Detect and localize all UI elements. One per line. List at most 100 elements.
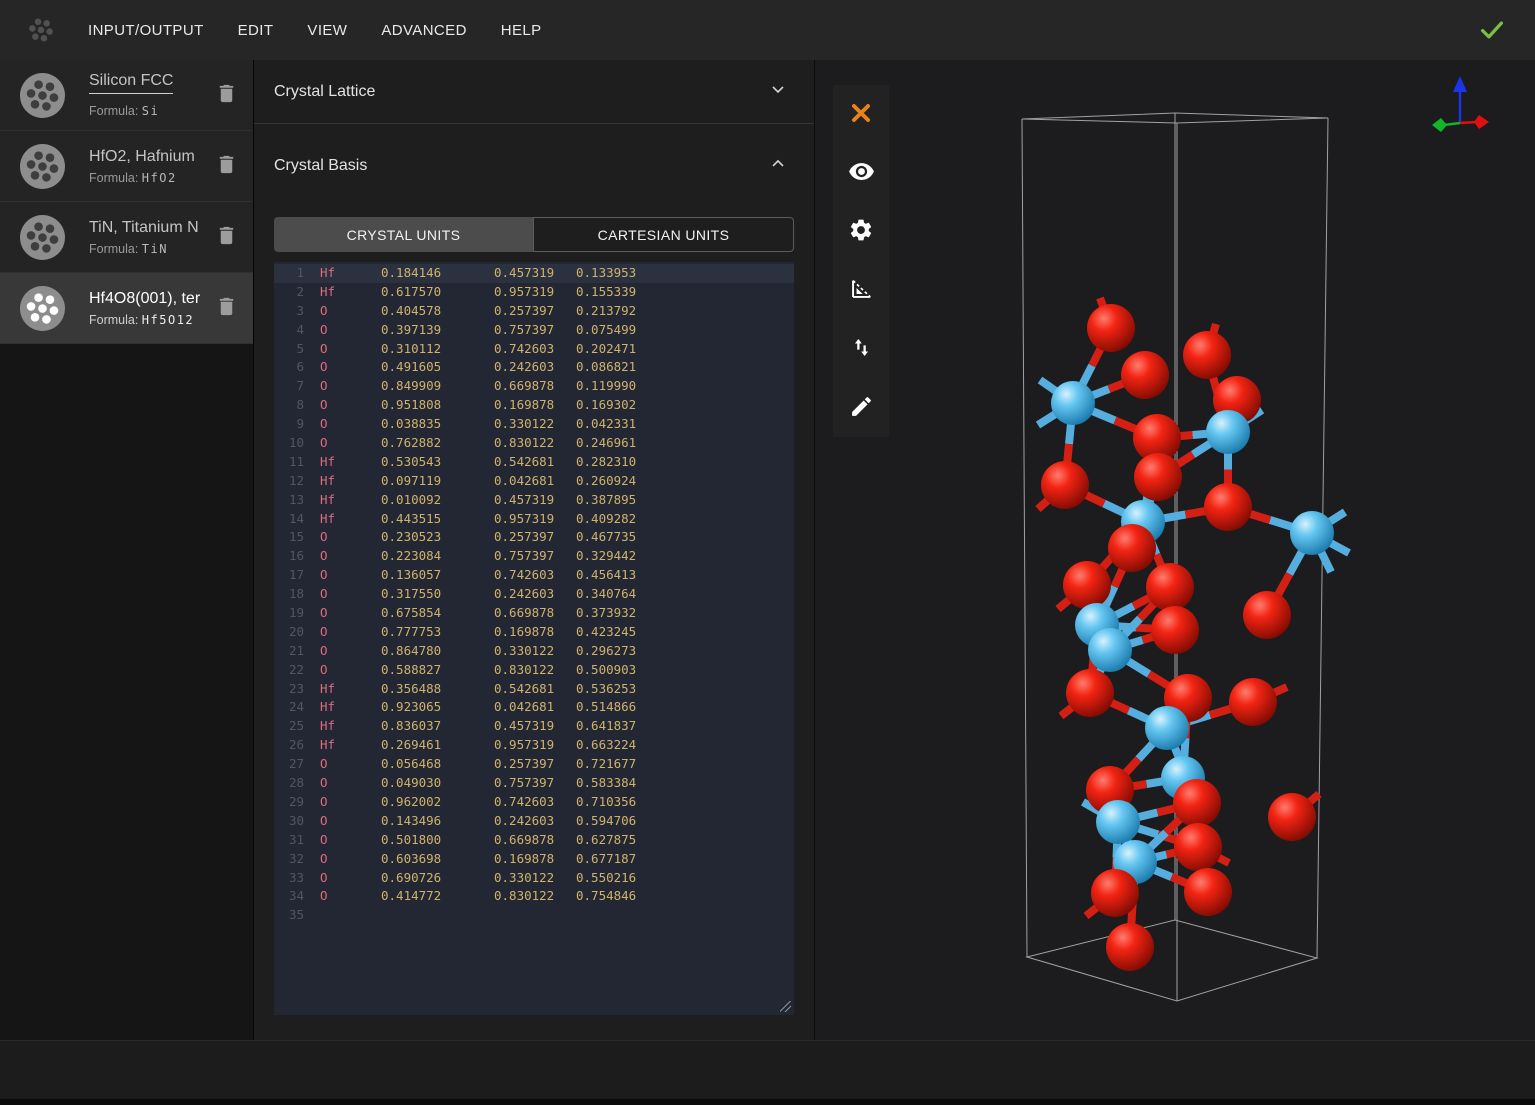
- line-number: 10: [274, 434, 304, 453]
- line-number: 25: [274, 717, 304, 736]
- settings-button[interactable]: [833, 202, 889, 261]
- coordinate-value: 0.042681: [494, 472, 576, 491]
- coordinate-value: 0.143496: [381, 812, 494, 831]
- coordinate-value: 0.757397: [494, 774, 576, 793]
- material-item[interactable]: Silicon FCCFormula: Si: [0, 60, 253, 131]
- coordinate-value: 0.155339: [576, 283, 636, 302]
- structure-viewport[interactable]: [815, 60, 1535, 1040]
- basis-row: 29O0.9620020.7426030.710356: [274, 793, 794, 812]
- section-header-crystal-lattice[interactable]: Crystal Lattice: [254, 60, 814, 124]
- line-number: 34: [274, 887, 304, 906]
- coordinate-value: 0.330122: [494, 869, 576, 888]
- tab-cartesian-units[interactable]: CARTESIAN UNITS: [533, 217, 794, 252]
- basis-row: 22O0.5888270.8301220.500903: [274, 661, 794, 680]
- coordinate-value: 0.491605: [381, 358, 494, 377]
- basis-row: 16O0.2230840.7573970.329442: [274, 547, 794, 566]
- basis-row: 14Hf0.4435150.9573190.409282: [274, 510, 794, 529]
- coordinate-value: 0.136057: [381, 566, 494, 585]
- basis-row: 27O0.0564680.2573970.721677: [274, 755, 794, 774]
- coordinate-value: 0.296273: [576, 642, 636, 661]
- main-menu: INPUT/OUTPUT EDIT VIEW ADVANCED HELP: [88, 22, 542, 39]
- line-number: 14: [274, 510, 304, 529]
- element-symbol: Hf: [320, 736, 381, 755]
- coordinate-value: 0.830122: [494, 887, 576, 906]
- material-item[interactable]: HfO2, HafniumFormula: HfO2: [0, 131, 253, 202]
- edit-button[interactable]: [833, 378, 889, 437]
- basis-row: 32O0.6036980.1698780.677187: [274, 850, 794, 869]
- material-item[interactable]: TiN, Titanium NFormula: TiN: [0, 202, 253, 273]
- element-symbol: O: [320, 340, 381, 359]
- tab-crystal-units[interactable]: CRYSTAL UNITS: [274, 217, 533, 252]
- coordinate-value: 0.443515: [381, 510, 494, 529]
- element-symbol: O: [320, 604, 381, 623]
- coordinate-value: 0.373932: [576, 604, 636, 623]
- delete-material-button[interactable]: [213, 82, 239, 108]
- visibility-button[interactable]: [833, 144, 889, 203]
- line-number: 17: [274, 566, 304, 585]
- material-text: Hf4O8(001), terFormula: Hf5O12: [89, 290, 213, 327]
- line-number: 22: [274, 661, 304, 680]
- coordinate-value: 0.457319: [494, 717, 576, 736]
- gear-icon: [848, 217, 874, 246]
- coordinate-value: 0.957319: [494, 510, 576, 529]
- menu-item-edit[interactable]: EDIT: [238, 22, 274, 39]
- menu-item-view[interactable]: VIEW: [307, 22, 347, 39]
- menu-item-input-output[interactable]: INPUT/OUTPUT: [88, 22, 204, 39]
- delete-material-button[interactable]: [213, 153, 239, 179]
- element-symbol: O: [320, 887, 381, 906]
- editor-resize-grip[interactable]: [780, 1001, 791, 1012]
- atom-O: [1184, 868, 1232, 916]
- coordinate-value: 0.594706: [576, 812, 636, 831]
- material-name: TiN, Titanium N: [89, 219, 213, 237]
- element-symbol: O: [320, 793, 381, 812]
- coordinate-value: 0.230523: [381, 528, 494, 547]
- measure-button[interactable]: [833, 261, 889, 320]
- delete-material-button[interactable]: [213, 224, 239, 250]
- material-text: HfO2, HafniumFormula: HfO2: [89, 148, 213, 185]
- delete-material-button[interactable]: [213, 295, 239, 321]
- menu-item-advanced[interactable]: ADVANCED: [381, 22, 466, 39]
- line-number: 7: [274, 377, 304, 396]
- element-symbol: O: [320, 774, 381, 793]
- coordinate-value: 0.588827: [381, 661, 494, 680]
- coordinate-value: 0.387895: [576, 491, 636, 510]
- line-number: 6: [274, 358, 304, 377]
- scene-svg: [815, 60, 1535, 1040]
- line-number: 12: [274, 472, 304, 491]
- coordinate-value: 0.663224: [576, 736, 636, 755]
- coordinate-value: 0.677187: [576, 850, 636, 869]
- line-number: 2: [274, 283, 304, 302]
- coordinate-value: 0.830122: [494, 434, 576, 453]
- element-symbol: O: [320, 850, 381, 869]
- element-symbol: O: [320, 585, 381, 604]
- line-number: 27: [274, 755, 304, 774]
- line-number: 26: [274, 736, 304, 755]
- material-item[interactable]: Hf4O8(001), terFormula: Hf5O12: [0, 273, 253, 344]
- coordinate-value: 0.742603: [494, 793, 576, 812]
- section-header-crystal-basis[interactable]: Crystal Basis: [254, 124, 814, 207]
- line-number: 4: [274, 321, 304, 340]
- menu-item-help[interactable]: HELP: [501, 22, 542, 39]
- coordinate-value: 0.669878: [494, 604, 576, 623]
- basis-row: 2Hf0.6175700.9573190.155339: [274, 283, 794, 302]
- coordinate-value: 0.213792: [576, 302, 636, 321]
- line-number: 32: [274, 850, 304, 869]
- line-number: 24: [274, 698, 304, 717]
- atom-Hf: [1096, 800, 1140, 844]
- element-symbol: O: [320, 869, 381, 888]
- atom-Hf: [1206, 410, 1250, 454]
- element-symbol: O: [320, 661, 381, 680]
- close-button[interactable]: [833, 85, 889, 144]
- coordinate-value: 0.836037: [381, 717, 494, 736]
- basis-code-editor[interactable]: 1Hf0.1841460.4573190.1339532Hf0.6175700.…: [274, 262, 794, 1015]
- atoms: [1041, 304, 1334, 971]
- coordinate-value: 0.202471: [576, 340, 636, 359]
- sort-button[interactable]: [833, 320, 889, 379]
- panel-sections: Crystal LatticeCrystal Basis: [254, 60, 814, 207]
- coordinate-value: 0.282310: [576, 453, 636, 472]
- element-symbol: O: [320, 642, 381, 661]
- coordinate-value: 0.097119: [381, 472, 494, 491]
- coordinate-value: 0.246961: [576, 434, 636, 453]
- coordinate-value: 0.010092: [381, 491, 494, 510]
- element-symbol: Hf: [320, 680, 381, 699]
